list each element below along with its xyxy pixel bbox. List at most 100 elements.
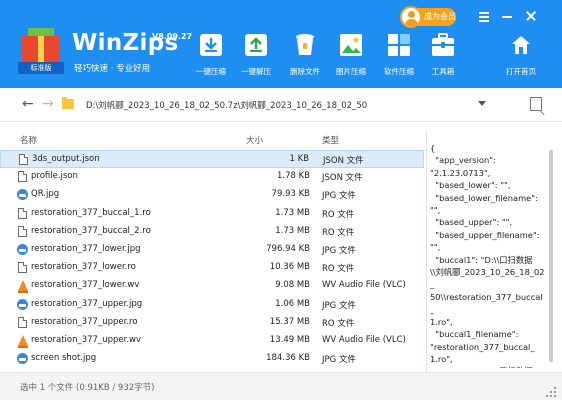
file-type: WV Audio File (VLC) — [322, 334, 406, 345]
delete-files-label: 删除文件 — [290, 67, 320, 76]
one-click-extract-label: 一键解压 — [241, 67, 271, 76]
file-size: 15.37 MB — [269, 316, 310, 327]
compress-arrow-down-icon — [197, 32, 225, 58]
file-row[interactable]: profile.json 1.78 KB JSON 文件 — [0, 168, 424, 186]
file-type: RO 文件 — [322, 318, 355, 329]
file-size: 9.08 MB — [275, 280, 310, 291]
trash-icon — [291, 32, 319, 58]
file-type: JPG 文件 — [322, 245, 356, 256]
file-name: restoration_377_upper.ro — [31, 316, 138, 327]
logo-edition-label: 标准版 — [18, 62, 64, 74]
file-size: 1.06 MB — [275, 298, 310, 309]
file-row[interactable]: restoration_377_upper.ro 15.37 MB RO 文件 — [0, 314, 424, 332]
file-name: 3ds_output.json — [32, 154, 100, 164]
file-type: JPG 文件 — [322, 355, 356, 366]
file-row[interactable]: restoration_377_upper.jpg 1.06 MB JPG 文件 — [0, 296, 424, 314]
forward-arrow-icon[interactable]: → — [42, 97, 54, 111]
status-bar: 选中 1 个文件 (0.91KB / 932字节) — [0, 372, 562, 400]
become-member-button[interactable]: 成为会员 — [400, 6, 456, 28]
selection-status: 选中 1 个文件 (0.91KB / 932字节) — [20, 383, 155, 393]
file-row[interactable]: 3ds_output.json 1 KB JSON 文件 — [0, 150, 424, 169]
column-size-header[interactable]: 大小 — [246, 134, 263, 146]
file-size: 1.78 KB — [276, 171, 310, 182]
document-file-icon — [18, 171, 27, 183]
software-compress-button[interactable]: 软件压缩 — [378, 32, 420, 77]
image-file-icon — [17, 353, 28, 365]
resize-grip-icon[interactable] — [546, 387, 556, 397]
image-compress-button[interactable]: 图片压缩 — [330, 32, 372, 77]
app-header: 标准版 WinZips V8.09.27 轻巧快速 · 专业好用 成为会员 一键… — [0, 0, 562, 88]
image-icon — [337, 32, 365, 58]
document-file-icon — [19, 154, 28, 165]
file-name: restoration_377_upper.jpg — [31, 298, 143, 309]
path-dropdown-icon[interactable] — [478, 101, 486, 106]
winzips-logo-icon: 标准版 — [18, 28, 64, 74]
file-size: 79.93 KB — [271, 189, 310, 200]
column-type-header[interactable]: 类型 — [322, 134, 339, 146]
back-arrow-icon[interactable]: ← — [22, 97, 34, 111]
close-icon[interactable] — [523, 9, 539, 23]
toolbox-label: 工具箱 — [431, 67, 455, 76]
file-type: JPG 文件 — [322, 191, 356, 202]
image-compress-label: 图片压缩 — [336, 67, 366, 76]
grid-icon — [385, 32, 413, 58]
file-name: restoration_377_lower.jpg — [31, 243, 141, 254]
archive-path[interactable]: D:\刘帆郦_2023_10_26_18_02_50.7z\刘帆郦_2023_1… — [86, 99, 367, 111]
file-size: 13.49 MB — [269, 334, 310, 345]
vlc-cone-icon — [18, 280, 28, 294]
file-type: JPG 文件 — [322, 300, 356, 311]
document-file-icon — [18, 207, 27, 219]
file-row[interactable]: restoration_377_upper.wv 13.49 MB WV Audio… — [0, 332, 424, 350]
home-icon — [507, 32, 535, 58]
file-row[interactable]: restoration_377_lower.jpg 796.94 KB JPG 文件 — [0, 241, 424, 259]
file-name: screen shot.jpg — [31, 353, 97, 364]
app-version: V8.09.27 — [152, 32, 193, 41]
preview-toggle-icon[interactable] — [530, 97, 542, 111]
file-type: JSON 文件 — [322, 173, 363, 184]
file-row[interactable]: screen shot.jpg 184.36 KB JPG 文件 — [0, 350, 424, 368]
file-type: RO 文件 — [322, 264, 355, 275]
file-name: restoration_377_buccal_2.ro — [31, 225, 151, 236]
document-file-icon — [18, 225, 27, 237]
open-home-button[interactable]: 打开首页 — [500, 32, 542, 77]
file-row[interactable]: restoration_377_buccal_2.ro 1.73 MB RO 文件 — [0, 223, 424, 241]
document-file-icon — [18, 262, 27, 274]
pane-divider[interactable] — [426, 130, 427, 372]
file-name: restoration_377_lower.wv — [31, 280, 140, 291]
image-file-icon — [17, 298, 28, 310]
file-list: 名称 大小 类型 3ds_output.json 1 KB JSON 文件 profi… — [0, 130, 424, 372]
file-size: 10.36 MB — [269, 262, 310, 273]
file-type: RO 文件 — [322, 209, 355, 220]
file-type: JSON 文件 — [323, 156, 364, 166]
file-rows: 3ds_output.json 1 KB JSON 文件 profile.json 1.… — [0, 150, 424, 368]
file-name: restoration_377_lower.ro — [31, 262, 136, 273]
user-avatar-icon — [400, 6, 422, 28]
file-name: restoration_377_buccal_1.ro — [31, 207, 151, 218]
file-type: WV Audio File (VLC) — [322, 280, 406, 291]
json-preview-pane: { "app_version": "2.1.23.0713", "based_l… — [430, 143, 545, 368]
file-name: profile.json — [31, 171, 78, 182]
folder-icon — [62, 97, 74, 109]
one-click-extract-button[interactable]: 一键解压 — [235, 32, 277, 77]
file-row[interactable]: QR.jpg 79.93 KB JPG 文件 — [0, 186, 424, 204]
file-row[interactable]: restoration_377_lower.wv 9.08 MB WV Audio … — [0, 277, 424, 295]
column-name-header[interactable]: 名称 — [20, 134, 37, 146]
file-type: RO 文件 — [322, 227, 355, 238]
app-slogan: 轻巧快速 · 专业好用 — [74, 64, 151, 74]
image-file-icon — [17, 189, 28, 201]
file-size: 184.36 KB — [266, 353, 310, 364]
file-row[interactable]: restoration_377_lower.ro 10.36 MB RO 文件 — [0, 259, 424, 277]
file-size: 1 KB — [289, 154, 309, 164]
vlc-cone-icon — [18, 334, 28, 348]
software-compress-label: 软件压缩 — [384, 67, 414, 76]
minimize-icon[interactable] — [499, 9, 515, 23]
menu-icon[interactable] — [476, 9, 492, 23]
toolbox-button[interactable]: 工具箱 — [422, 32, 464, 77]
become-member-label: 成为会员 — [424, 12, 456, 21]
one-click-compress-label: 一键压缩 — [196, 67, 226, 76]
image-file-icon — [17, 243, 28, 255]
file-row[interactable]: restoration_377_buccal_1.ro 1.73 MB RO 文件 — [0, 205, 424, 223]
preview-scrollbar[interactable] — [549, 150, 553, 362]
delete-files-button[interactable]: 删除文件 — [284, 32, 326, 77]
one-click-compress-button[interactable]: 一键压缩 — [190, 32, 232, 77]
